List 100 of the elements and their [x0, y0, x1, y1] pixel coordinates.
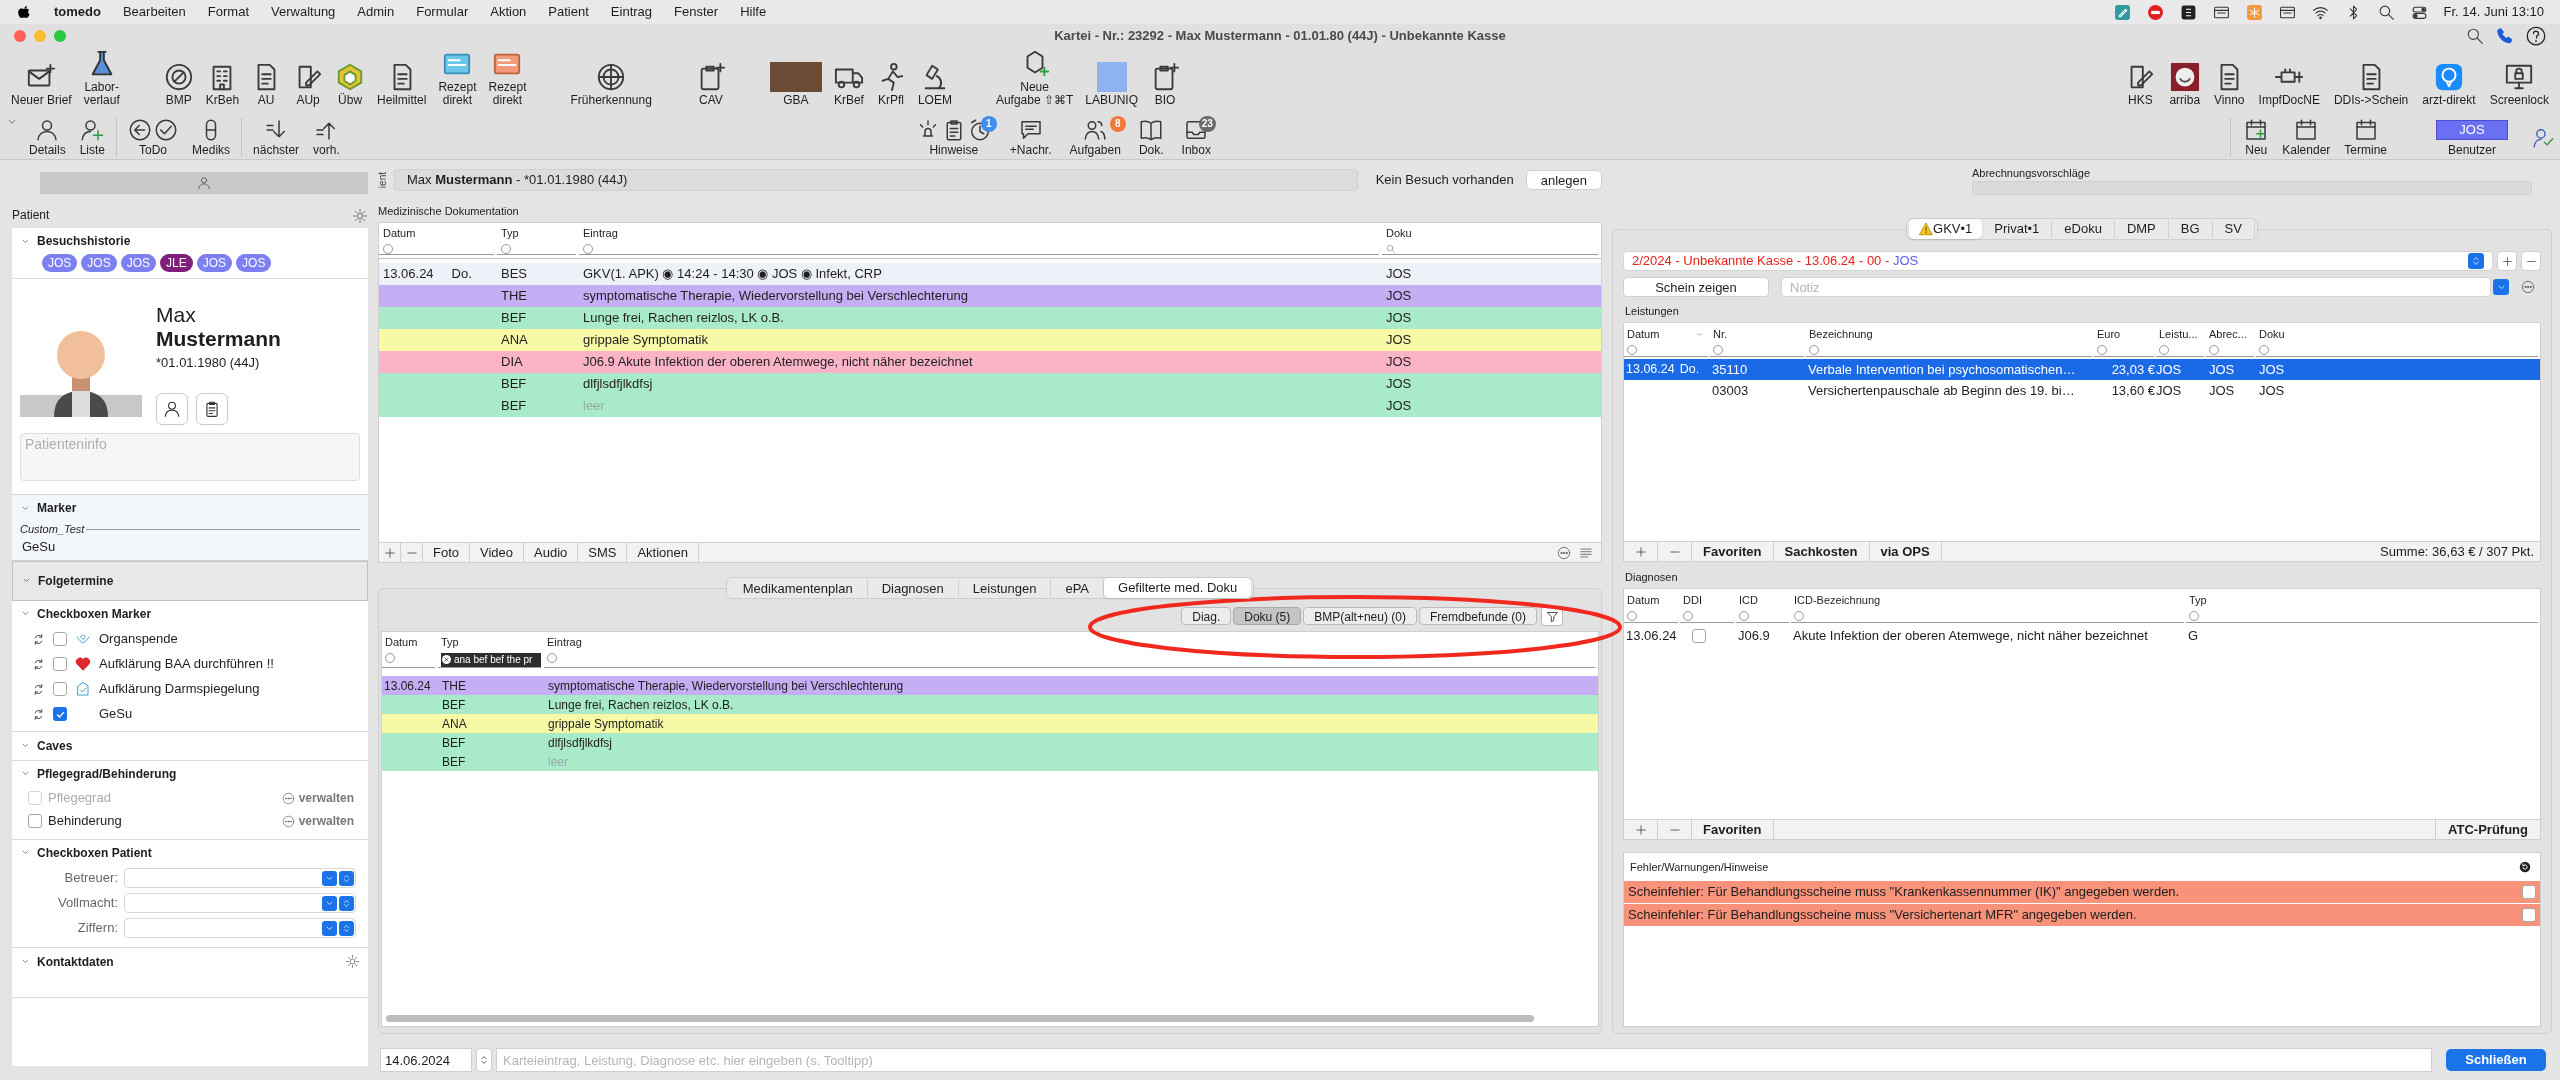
tab[interactable]: Leistungen — [958, 579, 1052, 597]
toolbar-button[interactable]: BMP — [158, 62, 199, 107]
table-row[interactable]: BEF Lunge frei, Rachen reizlos, LK o.B. JOS — [379, 307, 1601, 329]
toolbar-button[interactable]: arriba — [2164, 62, 2206, 107]
menu-item[interactable]: Formular — [416, 2, 469, 22]
toolbar-button[interactable]: KrBef — [828, 62, 869, 107]
table-row[interactable]: THE symptomatische Therapie, Wiedervorstellung bei Verschlechterung JOS — [379, 285, 1601, 307]
toolbar-button[interactable]: Screenlock — [2484, 62, 2554, 107]
column-header[interactable]: Datum — [1627, 326, 1660, 343]
table-row[interactable]: 13.06.24 Do. BES GKV(1. APK) ◉ 14:24 - 14:30 ◉ JOS ◉ Infekt, CRP JOS — [379, 263, 1601, 285]
toolbar-button[interactable]: +Nachr. — [1004, 118, 1057, 157]
toolbar-button[interactable]: AUp — [288, 62, 329, 107]
toolbar-button[interactable]: Vinno — [2209, 62, 2250, 107]
toolbar-button[interactable]: Sachkosten — [1773, 542, 1870, 561]
check-button[interactable]: ATC-Prüfung — [2435, 820, 2540, 839]
toolbar-button[interactable]: DDIs->Schein — [2328, 62, 2414, 107]
table-row[interactable]: 13.06.24 Do. 35110 Verbale Intervention bei psychosomatischen… 23,03 €JOS JOS JOS — [1624, 359, 2540, 380]
column-header[interactable]: Abrec... — [2209, 326, 2247, 343]
toolbar-button[interactable]: Video — [470, 543, 525, 562]
tab[interactable]: BG — [2168, 220, 2213, 238]
show-schein-button[interactable]: Schein zeigen — [1623, 277, 1769, 297]
column-header[interactable]: Typ — [441, 634, 541, 651]
schein-select[interactable]: 2/2024 - Unbekannte Kasse - 13.06.24 - 00 - JOS — [1623, 251, 2493, 271]
toolbar-button[interactable]: Heilmittel — [372, 62, 432, 107]
toolbar-button[interactable]: Neue Aufgabe ⇧⌘T — [990, 49, 1079, 107]
tab[interactable]: Privat•1 — [1982, 220, 2053, 238]
toolbar-button[interactable]: Rezept direkt — [483, 49, 532, 107]
toolbar-button[interactable]: Dok. — [1133, 118, 1169, 157]
table-row[interactable]: 03003 Versichertenpauschale ab Beginn des 19. bi… 13,60 €JOS JOS JOS — [1624, 380, 2540, 401]
menu-item[interactable]: Aktion — [490, 2, 527, 22]
toolbar-button[interactable]: Übw — [330, 62, 371, 107]
menu-item[interactable]: Eintrag — [610, 2, 653, 22]
menu-item[interactable]: Verwaltung — [271, 2, 336, 22]
table-row[interactable]: BEF Lunge frei, Rachen reizlos, LK o.B. — [382, 695, 1598, 714]
column-header[interactable]: ICD — [1739, 592, 1758, 609]
toolbar-button[interactable]: ToDo — [123, 118, 184, 157]
toolbar-button[interactable]: CAV — [690, 62, 731, 107]
menu-item[interactable]: Hilfe — [740, 2, 767, 22]
create-visit-button[interactable]: anlegen — [1525, 170, 1602, 190]
toolbar-button[interactable]: Früherkennung — [565, 62, 657, 107]
close-button[interactable]: Schließen — [2446, 1049, 2546, 1071]
toolbar-button[interactable]: Aufgaben 8 — [1064, 118, 1126, 157]
column-header[interactable]: Typ — [501, 225, 576, 242]
column-header[interactable]: Leistu... — [2159, 326, 2198, 343]
table-row[interactable]: BEF dlfjlsdfjlkdfsj JOS — [379, 373, 1601, 395]
filter-token[interactable]: ana bef bef the pr — [441, 652, 541, 667]
column-header[interactable]: Typ — [2189, 592, 2207, 609]
table-row[interactable]: BEF dlfjlsdfjlkdfsj — [382, 733, 1598, 752]
filter-button[interactable]: Diag. — [1181, 607, 1232, 625]
toolbar-button[interactable]: ImpfDocNE — [2253, 62, 2325, 107]
toolbar-button[interactable]: Favoriten — [1692, 542, 1774, 561]
toolbar-button[interactable]: nächster — [248, 118, 305, 157]
filter-button[interactable]: Fremdbefunde (0) — [1418, 607, 1537, 625]
tab[interactable]: eDoku — [2052, 220, 2115, 238]
column-header[interactable]: Datum — [385, 634, 435, 651]
toolbar-button[interactable]: Inbox 23 — [1176, 118, 1216, 157]
tab[interactable]: Medikamentenplan — [728, 579, 868, 597]
toolbar-button[interactable]: LABUNIQ — [1080, 62, 1143, 107]
visit-chip[interactable]: JLE — [160, 254, 193, 272]
column-header[interactable]: Doku — [2259, 326, 2285, 343]
tab[interactable]: Diagnosen — [867, 579, 959, 597]
toolbar-button[interactable]: Neuer Brief — [6, 62, 77, 107]
patient-info-field[interactable]: Patienteninfo — [20, 432, 360, 481]
table-row[interactable]: BEF leer JOS — [379, 395, 1601, 417]
tab[interactable]: Gefilterte med. Doku — [1104, 578, 1252, 598]
toolbar-button[interactable]: BIO — [1145, 62, 1185, 107]
toolbar-button[interactable]: Details — [24, 118, 71, 157]
manage-button[interactable]: verwalten — [281, 812, 354, 830]
toolbar-button[interactable]: LOEM — [912, 62, 957, 107]
tab[interactable]: DMP — [2114, 220, 2169, 238]
toolbar-button[interactable]: Termine — [2339, 118, 2392, 157]
column-header[interactable]: ICD-Bezeichnung — [1794, 592, 1881, 609]
column-header[interactable]: Datum — [1627, 592, 1660, 609]
toolbar-button[interactable]: Liste — [74, 118, 111, 157]
table-row[interactable]: ANA grippale Symptomatik — [382, 714, 1598, 733]
column-header[interactable]: Doku — [1386, 225, 1598, 242]
app-menu[interactable]: tomedo — [54, 2, 101, 22]
toolbar-button[interactable]: GBA — [764, 62, 827, 107]
date-field[interactable]: 14.06.2024 — [380, 1048, 472, 1072]
toolbar-button[interactable]: arzt-direkt — [2417, 62, 2481, 107]
toolbar-button[interactable]: Favoriten — [1692, 820, 1774, 839]
toolbar-button[interactable]: Mediks — [187, 118, 236, 157]
toolbar-button[interactable]: KrPfl — [870, 62, 911, 107]
table-row[interactable]: BEF leer — [382, 752, 1598, 771]
tab[interactable]: GKV•1 — [1909, 219, 1983, 239]
toolbar-button[interactable]: Kalender — [2277, 118, 2336, 157]
toolbar-button[interactable]: Aktionen — [627, 543, 700, 562]
entry-field[interactable]: Karteieintrag, Leistung, Diagnose etc. hier eingeben (s. Tooltipp) — [496, 1048, 2432, 1072]
issue-row[interactable]: Scheinfehler: Für Behandlungsscheine muss "Krankenkassennummer (IK)" angegeben werden. — [1624, 881, 2540, 904]
menu-item[interactable]: Patient — [548, 2, 589, 22]
table-row[interactable]: DIA J06.9 Akute Infektion der oberen Atemwege, nicht näher bezeichnet JOS — [379, 351, 1601, 373]
toolbar-button[interactable]: Foto — [423, 543, 470, 562]
filter-button[interactable]: Doku (5) — [1233, 607, 1302, 625]
toolbar-button[interactable]: via OPS — [1869, 542, 1942, 561]
table-row[interactable]: ANA grippale Symptomatik JOS — [379, 329, 1601, 351]
issue-row[interactable]: Scheinfehler: Für Behandlungsscheine muss "Versichertenart MFR" angegeben werden. — [1624, 904, 2540, 927]
toolbar-button[interactable]: Neu — [2239, 118, 2274, 157]
toolbar-button[interactable]: SMS — [578, 543, 628, 562]
table-row[interactable]: 13.06.24 J06.9 Akute Infektion der oberen Atemwege, nicht näher bezeichnet G — [1624, 625, 2540, 646]
column-header[interactable]: DDI — [1683, 592, 1702, 609]
